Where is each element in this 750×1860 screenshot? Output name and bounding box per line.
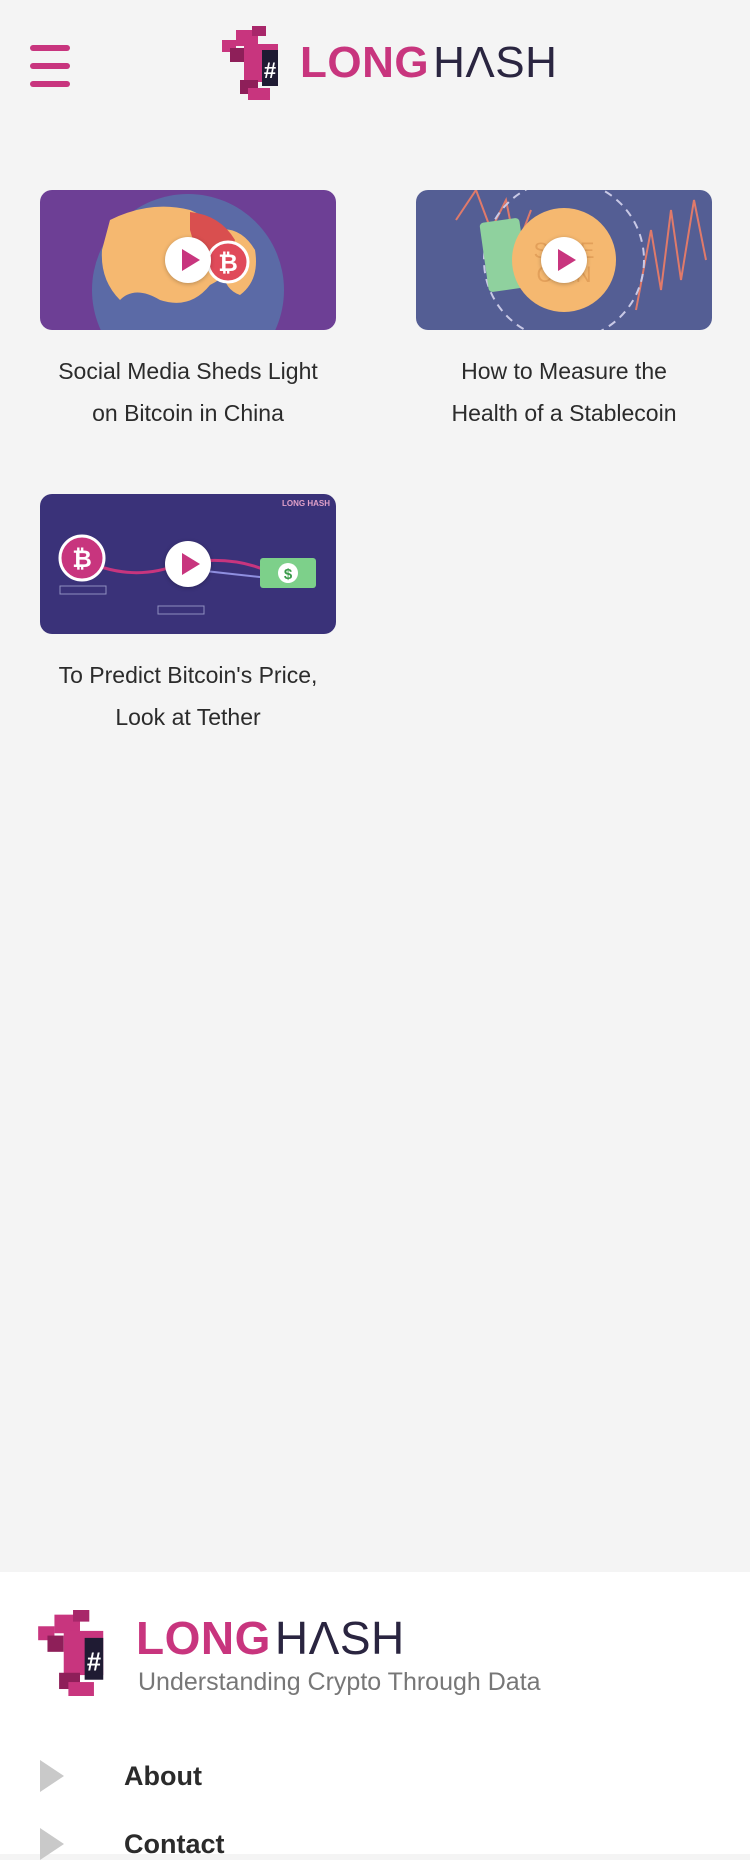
logo-wordmark: LONGHΛSH: [300, 41, 557, 85]
footer-link-label: Contact: [124, 1828, 225, 1859]
video-card[interactable]: ₿ Social Media Sheds Light on Bitcoin in…: [40, 190, 336, 434]
footer-link-about[interactable]: About: [40, 1760, 202, 1792]
footer: # LONGHΛSH Understanding Crypto Through …: [0, 1572, 750, 1860]
logo-long-text: LONG: [300, 38, 430, 87]
hamburger-bar: [30, 81, 70, 87]
hamburger-menu-icon[interactable]: [30, 45, 70, 87]
longhash-mascot-icon: #: [222, 26, 278, 100]
svg-text:#: #: [87, 1648, 101, 1676]
hamburger-bar: [30, 63, 70, 69]
footer-link-contact[interactable]: Contact: [40, 1828, 225, 1860]
footer-tagline: Understanding Crypto Through Data: [138, 1668, 541, 1696]
video-title[interactable]: How to Measure the Health of a Stablecoi…: [416, 350, 712, 434]
hamburger-bar: [30, 45, 70, 51]
video-thumbnail[interactable]: ST LE COIN: [416, 190, 712, 330]
footer-link-label: About: [124, 1760, 202, 1791]
play-icon[interactable]: [165, 541, 211, 587]
logo-long-text: LONG: [136, 1612, 271, 1664]
svg-text:₿: ₿: [218, 250, 238, 277]
svg-text:₿: ₿: [72, 546, 92, 573]
longhash-mascot-icon: #: [38, 1610, 104, 1696]
header-logo[interactable]: # LONGHΛSH: [222, 26, 557, 100]
logo-hash-text: HΛSH: [274, 1612, 405, 1664]
video-thumbnail[interactable]: ₿ $ LONG HASH: [40, 494, 336, 634]
triangle-right-icon: [40, 1828, 64, 1860]
triangle-right-icon: [40, 1760, 64, 1792]
video-card[interactable]: ST LE COIN How to Measure the Health of …: [416, 190, 712, 434]
play-icon[interactable]: [165, 237, 211, 283]
video-title[interactable]: Social Media Sheds Light on Bitcoin in C…: [40, 350, 336, 434]
video-title[interactable]: To Predict Bitcoin's Price, Look at Teth…: [40, 654, 336, 738]
play-icon[interactable]: [541, 237, 587, 283]
video-thumbnail[interactable]: ₿: [40, 190, 336, 330]
svg-text:$: $: [284, 566, 293, 583]
thumb-watermark: LONG HASH: [282, 499, 330, 508]
video-card[interactable]: ₿ $ LONG HASH To Predict Bitcoin's Price…: [40, 494, 336, 738]
logo-hash-text: HΛSH: [433, 38, 558, 87]
logo-wordmark: LONGHΛSH: [136, 1615, 405, 1661]
svg-text:#: #: [264, 58, 276, 83]
